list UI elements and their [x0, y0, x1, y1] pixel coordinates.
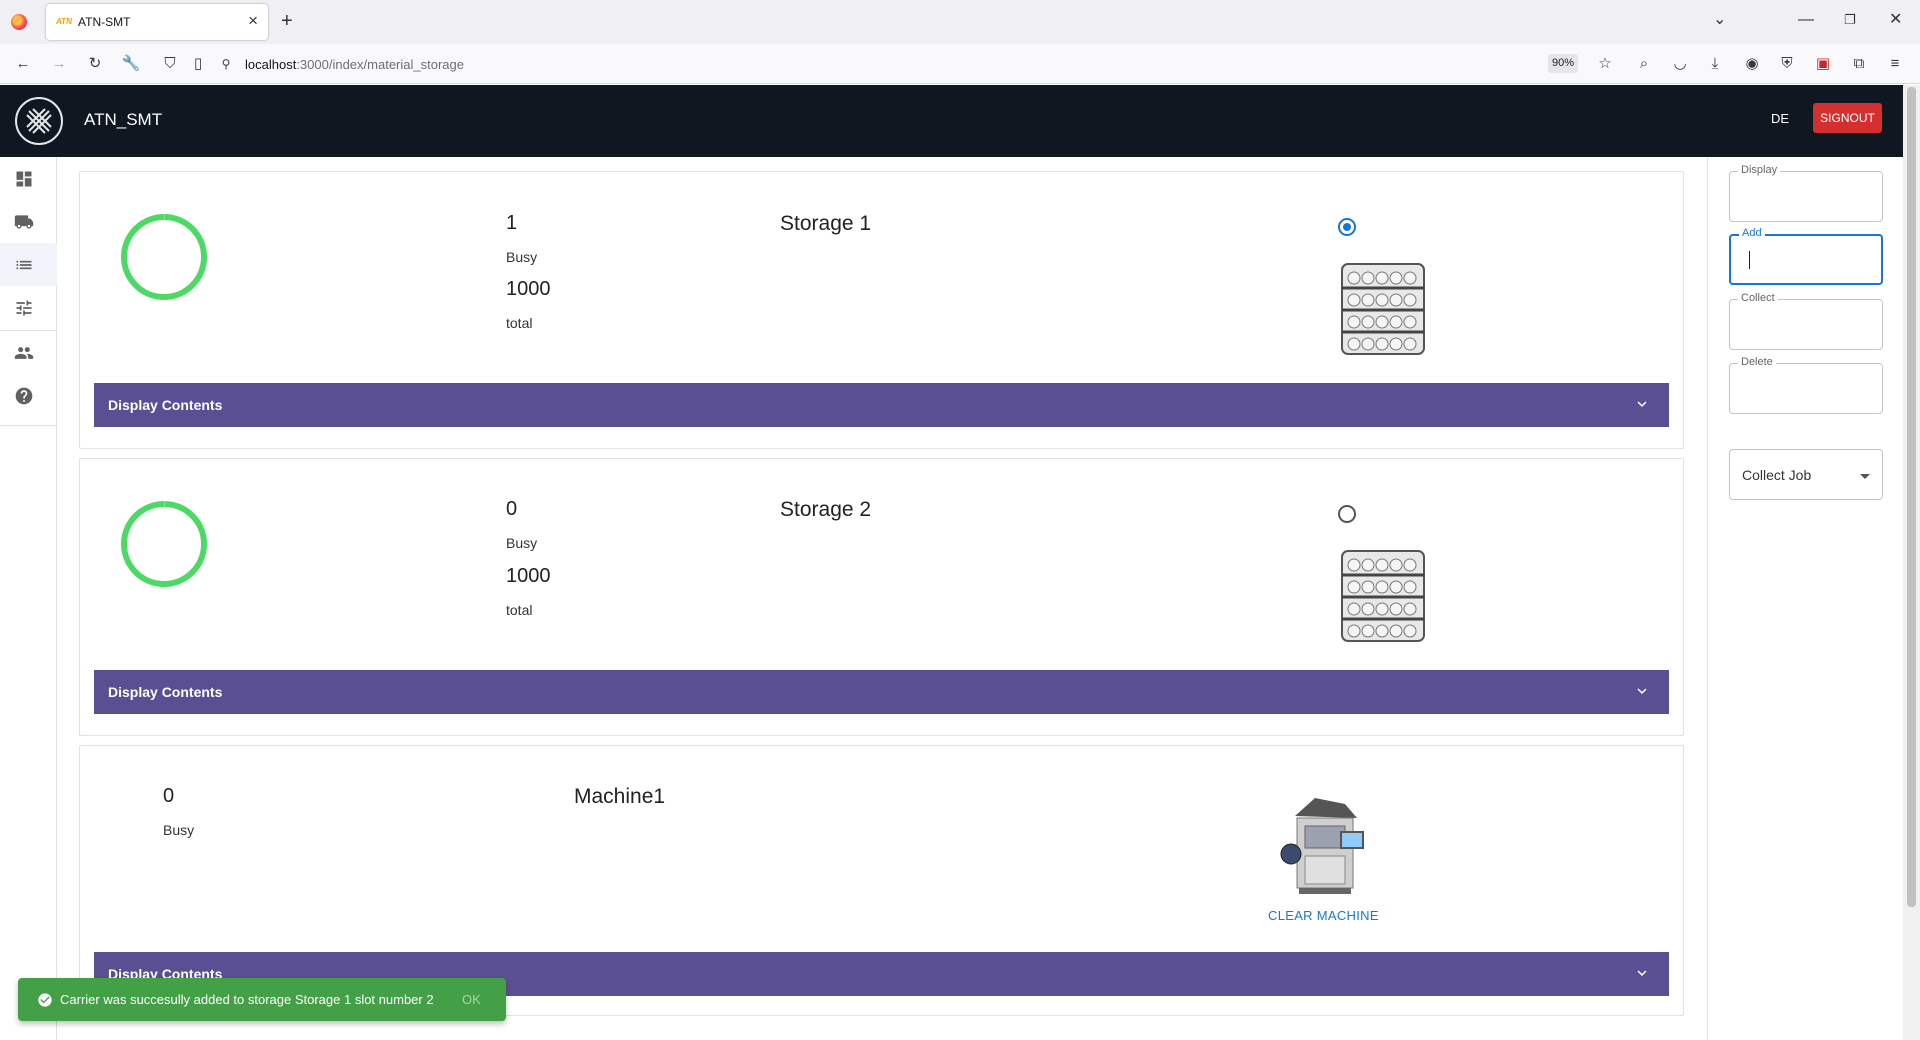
collect-field-label: Collect: [1738, 292, 1778, 304]
job-type-select[interactable]: Collect Job: [1729, 449, 1883, 500]
display-contents-accordion[interactable]: Display Contents: [94, 670, 1669, 714]
extension-shield-icon[interactable]: ⛨: [1777, 54, 1797, 74]
busy-label: Busy: [506, 535, 538, 551]
extension-red-icon[interactable]: ▣: [1813, 54, 1833, 74]
tab-title: ATN-SMT: [78, 15, 131, 29]
total-label: total: [506, 315, 533, 331]
download-icon[interactable]: ⤓: [1705, 54, 1725, 74]
dropdown-arrow-icon: [1860, 474, 1870, 479]
text-caret: [1749, 251, 1750, 269]
zoom-level[interactable]: 90%: [1548, 54, 1578, 73]
tab-list-chevron-icon[interactable]: ⌄: [1713, 10, 1726, 30]
firefox-icon: [11, 14, 27, 30]
storage-name: Storage 1: [780, 212, 872, 235]
storage-name: Storage 2: [780, 498, 872, 521]
display-contents-accordion[interactable]: Display Contents: [94, 383, 1669, 427]
dashboard-icon: [16, 171, 32, 187]
restore-icon[interactable]: ❐: [1844, 10, 1856, 30]
language-toggle-button[interactable]: DE: [1771, 111, 1789, 126]
list-icon: [16, 260, 32, 270]
new-tab-icon[interactable]: +: [281, 9, 293, 33]
delete-field-label: Delete: [1738, 356, 1776, 368]
minimize-icon[interactable]: —: [1798, 10, 1814, 30]
display-field[interactable]: Display: [1729, 164, 1883, 222]
accordion-label: Display Contents: [108, 397, 223, 413]
total-label: total: [506, 602, 533, 618]
sidebar-item-material-storage[interactable]: [0, 243, 57, 286]
machine-busy-count: 0: [163, 785, 175, 807]
window-close-icon[interactable]: ✕: [1889, 10, 1902, 30]
shield-icon: ⛉: [164, 55, 176, 72]
capacity-ring: [121, 214, 207, 300]
browser-tabbar: ATN ATN-SMT × + ⌄ — ❐ ✕: [0, 0, 1920, 44]
storage-rack-icon: [1341, 263, 1425, 355]
url-bar[interactable]: ⛉ ▯ ⚲ localhost:3000/index/material_stor…: [160, 48, 1585, 80]
scrollbar-thumb[interactable]: [1907, 87, 1916, 907]
total-count: 1000: [506, 565, 551, 587]
capacity-ring: [121, 501, 207, 587]
add-field[interactable]: Add: [1729, 227, 1883, 285]
storage-card: 1 Busy 1000 total Storage 1 Display Cont…: [79, 171, 1684, 449]
machine-card: 0 Busy Machine1 CLEAR MACHINE Display Co…: [79, 745, 1684, 1016]
tune-icon: [16, 300, 32, 316]
storage-rack-icon: [1341, 550, 1425, 642]
search-icon[interactable]: ⌕: [1634, 54, 1654, 74]
bookmark-star-icon[interactable]: ☆: [1595, 54, 1615, 74]
sidebar-item-dashboard[interactable]: [0, 157, 57, 200]
select-value: Collect Job: [1742, 467, 1812, 483]
pocket-icon[interactable]: ◡: [1670, 54, 1690, 74]
delete-field[interactable]: Delete: [1729, 356, 1883, 414]
busy-count: 0: [506, 498, 518, 520]
storage-card: 0 Busy 1000 total Storage 2 Display Cont…: [79, 458, 1684, 736]
check-circle-icon: [38, 993, 52, 1007]
chevron-down-icon: [1637, 970, 1647, 976]
display-field-label: Display: [1738, 164, 1781, 176]
busy-label: Busy: [506, 249, 538, 265]
chevron-down-icon: [1637, 688, 1647, 694]
forward-icon[interactable]: →: [49, 54, 69, 74]
add-field-label: Add: [1739, 227, 1765, 239]
machine-name: Machine1: [574, 785, 666, 808]
truck-icon: [14, 215, 34, 229]
back-icon[interactable]: ←: [13, 54, 33, 74]
reload-icon[interactable]: ↻: [85, 54, 105, 74]
total-count: 1000: [506, 278, 551, 300]
sidebar-item-delivery[interactable]: [0, 200, 57, 243]
extensions-puzzle-icon[interactable]: ⧉: [1849, 54, 1869, 74]
account-icon[interactable]: ◉: [1742, 54, 1762, 74]
success-snackbar: Carrier was succesully added to storage …: [18, 978, 506, 1021]
app-logo-icon[interactable]: [15, 97, 63, 145]
page-icon: ▯: [193, 55, 203, 72]
site-favicon-icon: ATN: [56, 17, 72, 26]
left-sidebar: [0, 157, 57, 1040]
permissions-icon: ⚲: [221, 57, 231, 71]
busy-count: 1: [506, 212, 518, 234]
sidebar-item-settings[interactable]: [0, 286, 57, 329]
sidebar-item-users[interactable]: [0, 331, 57, 374]
machine-busy-label: Busy: [163, 822, 195, 838]
storage-select-radio[interactable]: [1338, 505, 1356, 523]
page-scrollbar[interactable]: [1903, 85, 1920, 1040]
close-tab-icon[interactable]: ×: [248, 11, 258, 31]
url-text: localhost:3000/index/material_storage: [245, 57, 464, 72]
wrench-icon[interactable]: 🔧: [121, 54, 141, 74]
app-title: ATN_SMT: [84, 110, 163, 129]
app-header: ATN_SMT DE SIGNOUT: [0, 85, 1903, 157]
machine-icon: [1280, 798, 1364, 894]
menu-icon[interactable]: ≡: [1885, 54, 1905, 74]
clear-machine-button[interactable]: CLEAR MACHINE: [1268, 908, 1379, 923]
signout-button[interactable]: SIGNOUT: [1813, 103, 1882, 133]
snackbar-ok-button[interactable]: OK: [462, 992, 481, 1007]
browser-navbar: ← → ↻ 🔧 ⛉ ▯ ⚲ localhost:3000/index/mater…: [0, 44, 1920, 84]
snackbar-message: Carrier was succesully added to storage …: [60, 992, 434, 1007]
help-icon: [15, 387, 33, 405]
sidebar-item-help[interactable]: [0, 374, 57, 417]
accordion-label: Display Contents: [108, 684, 223, 700]
right-action-panel: Display Add Collect Delete Collect Job: [1707, 157, 1903, 1040]
browser-tab[interactable]: ATN ATN-SMT ×: [46, 4, 268, 40]
chevron-down-icon: [1637, 401, 1647, 407]
storage-select-radio[interactable]: [1338, 218, 1356, 236]
people-icon: [14, 347, 34, 359]
collect-field[interactable]: Collect: [1729, 292, 1883, 350]
